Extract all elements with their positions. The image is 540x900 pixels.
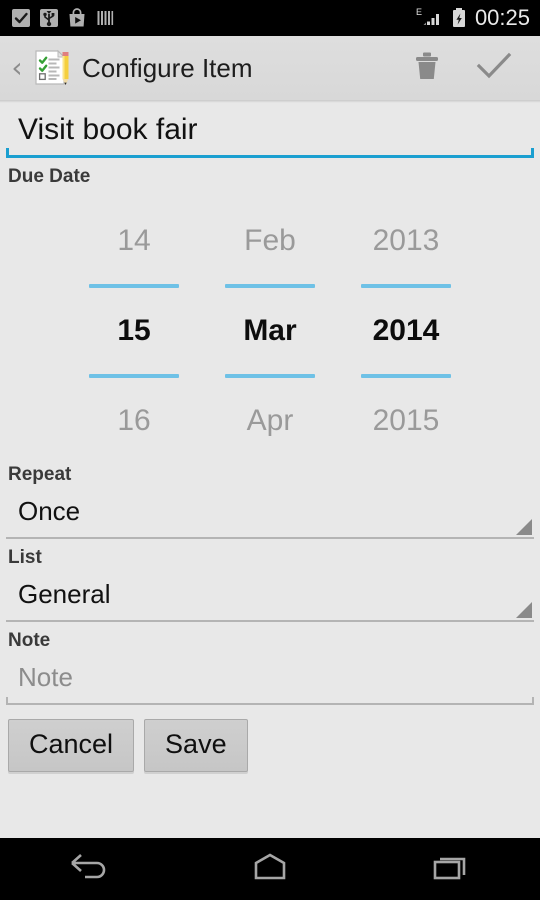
nav-recents-button[interactable] xyxy=(360,838,540,900)
phone-screen: E 00:25 ‹ Configure Item Visit book fair… xyxy=(0,0,540,900)
list-spinner[interactable]: General xyxy=(6,571,534,622)
year-divider-top xyxy=(361,284,451,288)
item-title-input[interactable]: Visit book fair xyxy=(6,109,534,158)
year-prev-value[interactable]: 2013 xyxy=(349,206,463,276)
repeat-spinner-value: Once xyxy=(18,496,81,526)
save-button[interactable]: Save xyxy=(144,719,248,772)
repeat-label: Repeat xyxy=(8,464,72,485)
month-divider-top xyxy=(225,284,315,288)
svg-text:E: E xyxy=(416,7,422,17)
date-picker-month-column[interactable]: Feb Mar Apr xyxy=(213,206,327,456)
month-prev-value[interactable]: Feb xyxy=(213,206,327,276)
action-bar-up-area[interactable]: ‹ Configure Item xyxy=(6,47,412,89)
checklist-pencil-icon xyxy=(30,47,72,89)
action-bar-actions xyxy=(412,50,526,87)
barcode-icon xyxy=(94,7,116,29)
due-date-label: Due Date xyxy=(8,166,91,187)
year-divider-bottom xyxy=(361,374,451,378)
day-next-value[interactable]: 16 xyxy=(77,386,191,456)
battery-charging-icon xyxy=(450,6,468,30)
day-divider-bottom xyxy=(89,374,179,378)
status-bar: E 00:25 xyxy=(0,0,540,36)
date-picker-day-column[interactable]: 14 15 16 xyxy=(77,206,191,456)
back-chevron-icon[interactable]: ‹ xyxy=(6,54,28,82)
repeat-spinner[interactable]: Once xyxy=(6,488,534,539)
spinner-dropdown-icon xyxy=(516,602,532,618)
check-icon[interactable] xyxy=(476,50,512,87)
usb-icon xyxy=(38,7,60,29)
play-store-icon xyxy=(66,7,88,29)
date-picker-year-column[interactable]: 2013 2014 2015 xyxy=(349,206,463,456)
spinner-dropdown-icon xyxy=(516,519,532,535)
date-picker: 14 15 16 Feb Mar Apr 2013 2014 2015 xyxy=(6,206,534,456)
action-bar: ‹ Configure Item xyxy=(0,36,540,100)
day-divider-top xyxy=(89,284,179,288)
status-bar-notifications xyxy=(10,7,415,29)
home-icon xyxy=(248,850,292,889)
month-divider-bottom xyxy=(225,374,315,378)
page-title: Configure Item xyxy=(82,52,253,83)
form-content: Visit book fair Due Date 14 15 16 Feb Ma… xyxy=(0,103,540,838)
list-spinner-value: General xyxy=(18,579,111,609)
day-selected-value[interactable]: 15 xyxy=(77,296,191,366)
back-icon xyxy=(66,850,114,889)
list-label: List xyxy=(8,547,42,568)
status-bar-system: E 00:25 xyxy=(415,6,530,30)
navigation-bar xyxy=(0,838,540,900)
month-next-value[interactable]: Apr xyxy=(213,386,327,456)
trash-icon[interactable] xyxy=(412,50,442,87)
note-label: Note xyxy=(8,630,51,651)
signal-bars-icon: E xyxy=(415,6,445,30)
note-input[interactable]: Note xyxy=(6,654,534,705)
year-selected-value[interactable]: 2014 xyxy=(349,296,463,366)
form-buttons: Cancel Save xyxy=(6,719,534,772)
nav-home-button[interactable] xyxy=(180,838,360,900)
year-next-value[interactable]: 2015 xyxy=(349,386,463,456)
cancel-button[interactable]: Cancel xyxy=(8,719,135,772)
status-bar-clock: 00:25 xyxy=(474,5,530,30)
month-selected-value[interactable]: Mar xyxy=(213,296,327,366)
day-prev-value[interactable]: 14 xyxy=(77,206,191,276)
nav-back-button[interactable] xyxy=(0,838,180,900)
tasks-check-icon xyxy=(10,7,32,29)
recents-icon xyxy=(428,850,472,889)
